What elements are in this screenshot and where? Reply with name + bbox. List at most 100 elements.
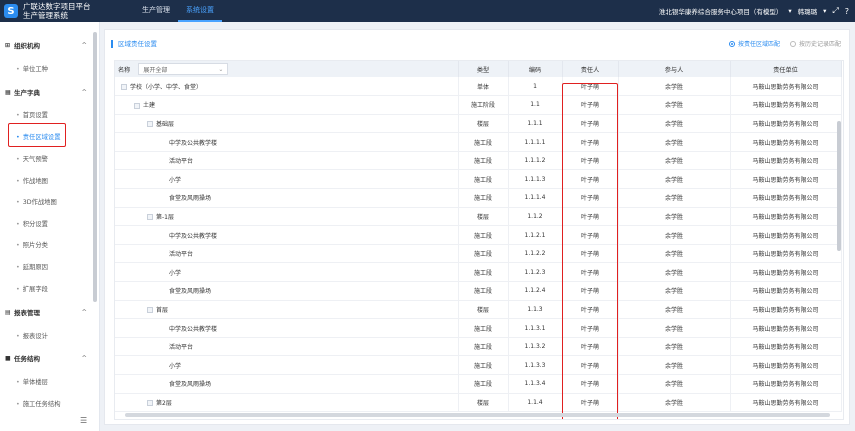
sidebar-group-reports[interactable]: ▤ 报表管理 ^ — [5, 307, 87, 317]
cell-owner[interactable]: 叶子萌 — [562, 169, 619, 190]
cell-unit[interactable]: 马鞍山思勤劳务有限公司 — [730, 151, 842, 171]
cell-unit[interactable]: 马鞍山思勤劳务有限公司 — [730, 244, 842, 264]
table-horizontal-scrollbar[interactable] — [125, 413, 830, 417]
sidebar-item-weather-alert[interactable]: 天气预警 — [16, 154, 48, 163]
cell-owner[interactable]: 叶子萌 — [562, 337, 619, 357]
cell-participant[interactable]: 余学胜 — [618, 393, 731, 413]
project-chevron-icon[interactable]: ▾ — [788, 7, 791, 15]
cell-participant[interactable]: 余学胜 — [618, 374, 731, 394]
table-row[interactable]: 基础层 楼层 1.1.1 叶子萌 余学胜 马鞍山思勤劳务有限公司 — [115, 114, 842, 134]
table-vertical-scrollbar[interactable] — [837, 121, 841, 251]
sidebar-item-building-floors[interactable]: 单体楼层 — [16, 377, 48, 386]
table-row[interactable]: 食堂及风雨操场 施工段 1.1.2.4 叶子萌 余学胜 马鞍山思勤劳务有限公司 — [115, 281, 842, 301]
sidebar-scrollbar[interactable] — [93, 32, 97, 302]
sidebar-group-task-structure[interactable]: ■ 任务结构 ^ — [5, 353, 87, 363]
cell-unit[interactable]: 马鞍山思勤劳务有限公司 — [730, 207, 842, 227]
cell-unit[interactable]: 马鞍山思勤劳务有限公司 — [730, 337, 842, 357]
table-row[interactable]: 学校（小学、中学、食堂） 单体 1 叶子萌 余学胜 马鞍山思勤劳务有限公司 — [115, 77, 842, 97]
cell-owner[interactable]: 叶子萌 — [562, 95, 619, 115]
cell-unit[interactable]: 马鞍山思勤劳务有限公司 — [730, 262, 842, 283]
tree-node-icon[interactable] — [147, 307, 153, 314]
table-row[interactable]: 中学及公共教学楼 施工段 1.1.2.1 叶子萌 余学胜 马鞍山思勤劳务有限公司 — [115, 225, 842, 245]
table-row[interactable]: 中学及公共教学楼 施工段 1.1.3.1 叶子萌 余学胜 马鞍山思勤劳务有限公司 — [115, 318, 842, 338]
cell-owner[interactable]: 叶子萌 — [562, 281, 619, 301]
sidebar-item-home-settings[interactable]: 首页设置 — [16, 110, 48, 119]
sidebar-item-delay-reason[interactable]: 延期原因 — [16, 262, 48, 271]
cell-participant[interactable]: 余学胜 — [618, 207, 731, 227]
user-name[interactable]: 韩璐璐 — [798, 6, 818, 16]
nav-system-settings[interactable]: 系统设置 — [178, 0, 222, 22]
table-row[interactable]: 第2层 楼层 1.1.4 叶子萌 余学胜 马鞍山思勤劳务有限公司 — [115, 393, 842, 413]
table-row[interactable]: 第-1层 楼层 1.1.2 叶子萌 余学胜 马鞍山思勤劳务有限公司 — [115, 207, 842, 227]
cell-owner[interactable]: 叶子萌 — [562, 225, 619, 245]
cell-participant[interactable]: 余学胜 — [618, 225, 731, 245]
table-row[interactable]: 活动平台 施工段 1.1.2.2 叶子萌 余学胜 马鞍山思勤劳务有限公司 — [115, 244, 842, 264]
cell-participant[interactable]: 余学胜 — [618, 337, 731, 357]
sidebar-item-3d-battle-map[interactable]: 3D作战地图 — [16, 197, 57, 206]
cell-participant[interactable]: 余学胜 — [618, 151, 731, 171]
cell-owner[interactable]: 叶子萌 — [562, 151, 619, 171]
fullscreen-icon[interactable]: ⤢ — [832, 6, 838, 16]
tree-node-icon[interactable] — [121, 84, 127, 91]
cell-unit[interactable]: 马鞍山思勤劳务有限公司 — [730, 188, 842, 208]
cell-owner[interactable]: 叶子萌 — [562, 374, 619, 394]
cell-participant[interactable]: 余学胜 — [618, 355, 731, 375]
table-row[interactable]: 中学及公共教学楼 施工段 1.1.1.1 叶子萌 余学胜 马鞍山思勤劳务有限公司 — [115, 132, 842, 152]
tree-node-icon[interactable] — [147, 400, 153, 407]
table-row[interactable]: 活动平台 施工段 1.1.1.2 叶子萌 余学胜 马鞍山思勤劳务有限公司 — [115, 151, 842, 171]
radio-by-history[interactable]: 按历史记录匹配 — [789, 39, 841, 48]
cell-owner[interactable]: 叶子萌 — [562, 114, 619, 134]
sidebar-item-extended-fields[interactable]: 扩展字段 — [16, 284, 48, 293]
cell-owner[interactable]: 叶子萌 — [562, 77, 619, 97]
sidebar-group-dictionary[interactable]: ▦ 生产字典 ^ — [5, 87, 87, 97]
table-row[interactable]: 小学 施工段 1.1.2.3 叶子萌 余学胜 马鞍山思勤劳务有限公司 — [115, 262, 842, 283]
cell-unit[interactable]: 马鞍山思勤劳务有限公司 — [730, 355, 842, 375]
cell-owner[interactable]: 叶子萌 — [562, 262, 619, 283]
cell-participant[interactable]: 余学胜 — [618, 132, 731, 152]
table-row[interactable]: 食堂及风雨操场 施工段 1.1.3.4 叶子萌 余学胜 马鞍山思勤劳务有限公司 — [115, 374, 842, 394]
cell-owner[interactable]: 叶子萌 — [562, 207, 619, 227]
cell-owner[interactable]: 叶子萌 — [562, 300, 619, 320]
sidebar-item-unit-worktype[interactable]: 单位工种 — [16, 64, 48, 73]
table-row[interactable]: 小学 施工段 1.1.3.3 叶子萌 余学胜 马鞍山思勤劳务有限公司 — [115, 355, 842, 375]
radio-by-area[interactable]: 按责任区域匹配 — [728, 39, 780, 48]
table-row[interactable]: 首层 楼层 1.1.3 叶子萌 余学胜 马鞍山思勤劳务有限公司 — [115, 300, 842, 320]
project-selector[interactable]: 淮北银华康养综合服务中心项目（有模型） — [659, 6, 783, 16]
cell-unit[interactable]: 马鞍山思勤劳务有限公司 — [730, 318, 842, 338]
table-row[interactable]: 土建 施工阶段 1.1 叶子萌 余学胜 马鞍山思勤劳务有限公司 — [115, 95, 842, 115]
cell-unit[interactable]: 马鞍山思勤劳务有限公司 — [730, 95, 842, 115]
sidebar-item-report-design[interactable]: 报表设计 — [16, 331, 48, 340]
cell-unit[interactable]: 马鞍山思勤劳务有限公司 — [730, 300, 842, 320]
cell-participant[interactable]: 余学胜 — [618, 281, 731, 301]
cell-participant[interactable]: 余学胜 — [618, 188, 731, 208]
sidebar-group-org[interactable]: ⊞ 组织机构 ^ — [5, 40, 87, 50]
expand-all-select[interactable]: 展开全部 ⌄ — [138, 63, 229, 75]
cell-participant[interactable]: 余学胜 — [618, 77, 731, 97]
cell-unit[interactable]: 马鞍山思勤劳务有限公司 — [730, 281, 842, 301]
cell-unit[interactable]: 马鞍山思勤劳务有限公司 — [730, 77, 842, 97]
cell-participant[interactable]: 余学胜 — [618, 300, 731, 320]
sidebar-item-construction-task[interactable]: 施工任务结构 — [16, 399, 61, 408]
cell-unit[interactable]: 马鞍山思勤劳务有限公司 — [730, 132, 842, 152]
cell-unit[interactable]: 马鞍山思勤劳务有限公司 — [730, 225, 842, 245]
cell-owner[interactable]: 叶子萌 — [562, 393, 619, 413]
cell-owner[interactable]: 叶子萌 — [562, 318, 619, 338]
cell-participant[interactable]: 余学胜 — [618, 262, 731, 283]
collapse-menu-icon[interactable]: ☰ — [80, 416, 87, 425]
cell-unit[interactable]: 马鞍山思勤劳务有限公司 — [730, 374, 842, 394]
table-row[interactable]: 活动平台 施工段 1.1.3.2 叶子萌 余学胜 马鞍山思勤劳务有限公司 — [115, 337, 842, 357]
user-chevron-icon[interactable]: ▾ — [823, 7, 826, 15]
cell-owner[interactable]: 叶子萌 — [562, 244, 619, 264]
table-row[interactable]: 食堂及风雨操场 施工段 1.1.1.4 叶子萌 余学胜 马鞍山思勤劳务有限公司 — [115, 188, 842, 208]
cell-participant[interactable]: 余学胜 — [618, 244, 731, 264]
cell-unit[interactable]: 马鞍山思勤劳务有限公司 — [730, 169, 842, 190]
cell-participant[interactable]: 余学胜 — [618, 169, 731, 190]
cell-unit[interactable]: 马鞍山思勤劳务有限公司 — [730, 114, 842, 134]
table-row[interactable]: 小学 施工段 1.1.1.3 叶子萌 余学胜 马鞍山思勤劳务有限公司 — [115, 169, 842, 190]
cell-participant[interactable]: 余学胜 — [618, 95, 731, 115]
tree-node-icon[interactable] — [134, 102, 140, 109]
sidebar-item-points-settings[interactable]: 积分设置 — [16, 219, 48, 228]
help-icon[interactable]: ? — [845, 7, 849, 16]
cell-participant[interactable]: 余学胜 — [618, 114, 731, 134]
cell-participant[interactable]: 余学胜 — [618, 318, 731, 338]
